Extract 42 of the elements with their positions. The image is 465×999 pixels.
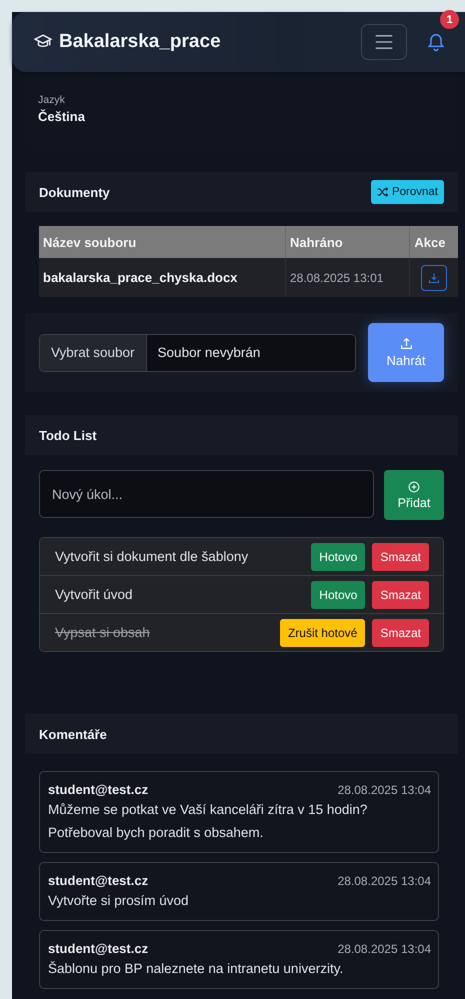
upload-date-cell: 28.08.2025 13:01: [286, 258, 410, 297]
upload-button[interactable]: Nahrát: [368, 323, 444, 382]
comment-date: 28.08.2025 13:04: [338, 783, 431, 797]
comment-text: Šablonu pro BP naleznete na intranetu univerzity.: [48, 960, 344, 978]
done-button[interactable]: Hotovo: [311, 542, 366, 570]
add-button[interactable]: Přidat: [384, 470, 444, 520]
download-icon: [428, 272, 440, 284]
bell-icon[interactable]: [426, 32, 446, 52]
column-header: Akce: [410, 226, 458, 258]
section-title: Dokumenty: [39, 184, 110, 200]
section-title: Todo List: [39, 428, 97, 442]
todo-text: Vytvořit úvod: [55, 587, 134, 602]
todo-text: Vytvořit si dokument dle šablony: [55, 549, 250, 564]
todo-text: Vypsat si obsah: [55, 625, 151, 640]
compare-button[interactable]: Porovnat: [370, 180, 444, 204]
field-label: Jazyk: [38, 94, 66, 106]
delete-button[interactable]: Smazat: [372, 542, 429, 570]
notification-badge: 1: [440, 10, 459, 29]
app-title[interactable]: Bakalarska_prace: [59, 31, 361, 53]
comment-text: Vytvořte si prosím úvod: [48, 892, 190, 910]
new-task-input[interactable]: Nový úkol...: [39, 470, 374, 518]
file-name-cell: bakalarska_prace_chyska.docx: [39, 258, 286, 297]
undo-done-button[interactable]: Zrušit hotové: [280, 618, 366, 646]
section-title: Komentáře: [39, 726, 107, 742]
shuffle-icon: [376, 186, 389, 198]
delete-button[interactable]: Smazat: [372, 580, 429, 608]
language-value[interactable]: Čeština: [38, 109, 458, 124]
file-input[interactable]: Vybrat soubor Soubor nevybrán: [39, 334, 356, 372]
column-header: Nahráno: [286, 226, 410, 258]
comment-text: Můžeme se potkat ve Vaší kanceláři zítra v 15 hodin? Potřeboval bych poradit s obsahem.: [48, 801, 368, 842]
delete-button[interactable]: Smazat: [372, 618, 429, 646]
comment-date: 28.08.2025 13:04: [338, 874, 431, 888]
done-button[interactable]: Hotovo: [311, 580, 366, 608]
comment-author: student@test.cz: [48, 873, 148, 888]
comment-author: student@test.cz: [48, 782, 148, 797]
menu-button[interactable]: [361, 24, 407, 60]
download-button[interactable]: [421, 264, 448, 290]
plus-circle-icon: [408, 480, 420, 492]
column-header: Název souboru: [39, 226, 286, 258]
upload-icon: [400, 337, 412, 350]
comment-author: student@test.cz: [48, 941, 148, 956]
comment-date: 28.08.2025 13:04: [338, 942, 431, 956]
